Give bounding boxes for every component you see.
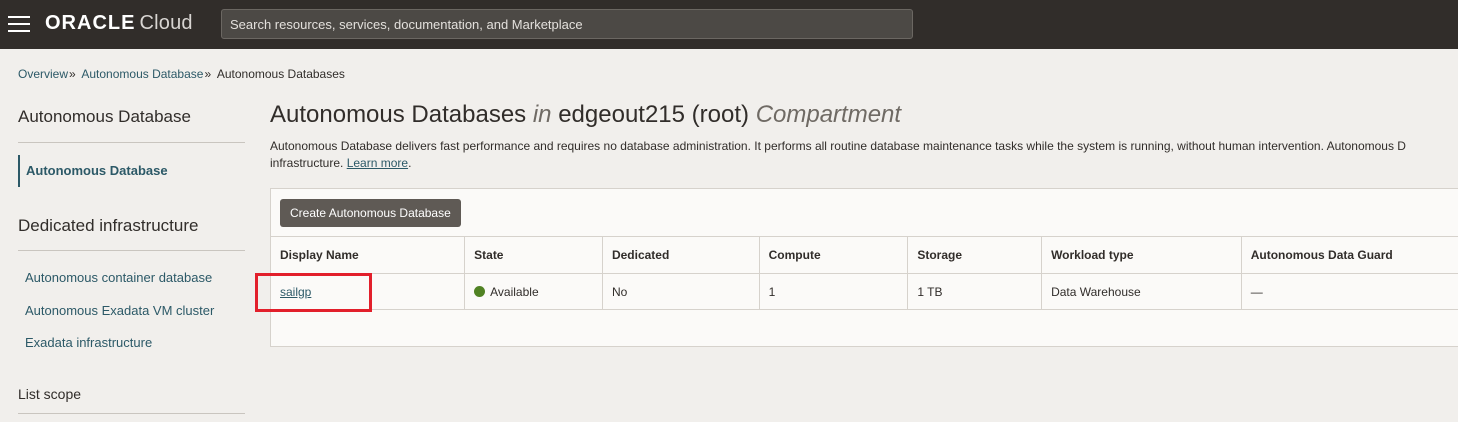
table-header-row: Display Name State Dedicated Compute Sto…	[271, 236, 1458, 274]
database-name-link[interactable]: sailgp	[280, 285, 311, 299]
column-header-display-name[interactable]: Display Name	[271, 236, 466, 274]
table-row: sailgp Available No 1 1 TB Data Warehous…	[271, 273, 1458, 310]
search-input[interactable]	[221, 9, 913, 39]
page-title-in: in	[532, 101, 552, 128]
breadcrumb-overview[interactable]: Overview	[18, 67, 68, 81]
cell-dedicated: No	[602, 273, 760, 310]
create-autonomous-database-button[interactable]: Create Autonomous Database	[280, 199, 461, 227]
sidebar-heading: Autonomous Database	[18, 107, 191, 126]
column-header-state[interactable]: State	[464, 236, 603, 274]
breadcrumb: Overview» Autonomous Database» Autonomou…	[18, 67, 345, 81]
breadcrumb-separator: »	[204, 67, 212, 81]
menu-icon[interactable]	[8, 15, 30, 33]
logo-product: Cloud	[139, 12, 193, 34]
cell-workload-type: Data Warehouse	[1041, 273, 1242, 310]
cell-storage: 1 TB	[907, 273, 1043, 310]
sidebar-list-scope-heading: List scope	[18, 386, 82, 402]
cell-display-name[interactable]: sailgp	[271, 273, 466, 310]
top-navigation-bar: ORACLE Cloud	[0, 0, 1458, 49]
page-description: Autonomous Database delivers fast perfor…	[270, 138, 1458, 174]
cell-compute: 1	[759, 273, 909, 310]
sidebar-divider	[18, 250, 245, 251]
sidebar-item-autonomous-database[interactable]: Autonomous Database	[18, 155, 245, 187]
cell-data-guard: —	[1241, 273, 1458, 310]
sidebar-divider	[18, 142, 245, 143]
sidebar-item-exadata-infrastructure[interactable]: Exadata infrastructure	[18, 335, 245, 350]
page-title-compartment-name: edgeout215 (root)	[558, 101, 750, 128]
sidebar-divider	[18, 413, 245, 414]
column-header-autonomous-data-guard[interactable]: Autonomous Data Guard	[1241, 236, 1458, 274]
description-line-1: Autonomous Database delivers fast perfor…	[270, 139, 1406, 153]
learn-more-link[interactable]: Learn more	[347, 156, 408, 170]
sidebar: Autonomous Database Autonomous Database …	[18, 100, 245, 414]
breadcrumb-current: Autonomous Databases	[216, 67, 345, 81]
oracle-cloud-logo[interactable]: ORACLE Cloud	[45, 12, 193, 35]
description-line-2: infrastructure.	[270, 156, 344, 170]
status-available-icon	[474, 285, 486, 297]
sidebar-item-autonomous-exadata-vm-cluster[interactable]: Autonomous Exadata VM cluster	[18, 303, 245, 318]
column-header-storage[interactable]: Storage	[907, 236, 1043, 274]
page-title-compartment: Compartment	[755, 101, 902, 128]
column-header-workload-type[interactable]: Workload type	[1041, 236, 1242, 274]
logo-brand: ORACLE	[45, 12, 136, 34]
databases-table: Display Name State Dedicated Compute Sto…	[271, 236, 1458, 310]
page-title-main: Autonomous Databases	[270, 101, 527, 128]
sidebar-dedicated-heading: Dedicated infrastructure	[18, 216, 199, 235]
column-header-dedicated[interactable]: Dedicated	[602, 236, 760, 274]
page-title: Autonomous Databases in edgeout215 (root…	[270, 101, 901, 129]
column-header-compute[interactable]: Compute	[759, 236, 909, 274]
sidebar-item-autonomous-container-database[interactable]: Autonomous container database	[18, 270, 245, 285]
breadcrumb-autonomous-database[interactable]: Autonomous Database	[81, 67, 203, 81]
state-text: Available	[490, 284, 539, 299]
cell-state: Available	[464, 273, 603, 310]
breadcrumb-separator: »	[69, 67, 76, 81]
databases-panel: Create Autonomous Database Display Name …	[270, 188, 1458, 347]
